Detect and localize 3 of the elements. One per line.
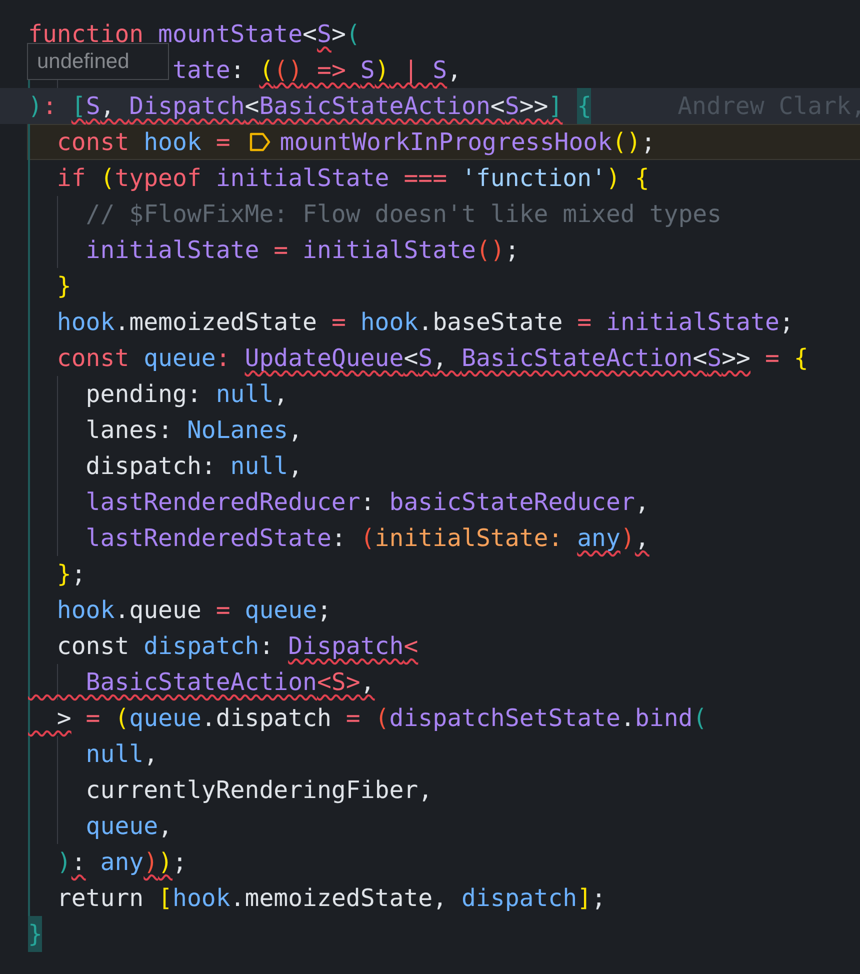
code-line: ): [S, Dispatch<BasicStateAction<S>>] {	[28, 88, 592, 124]
hover-tooltip: undefined	[27, 43, 169, 80]
code-line: mountWorkInProgressHook();	[280, 127, 656, 158]
